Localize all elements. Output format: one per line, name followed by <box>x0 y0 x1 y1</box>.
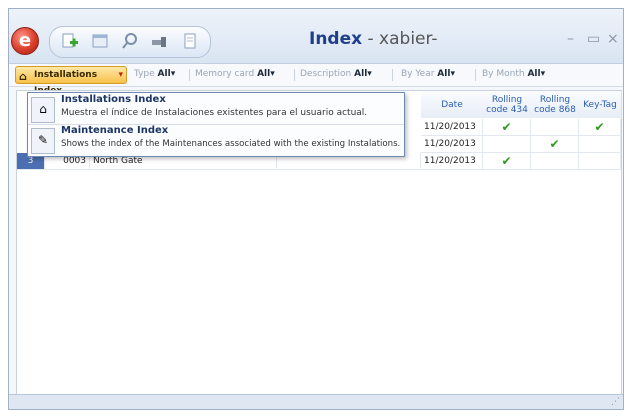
filter-description[interactable]: Description All▾ <box>300 69 372 79</box>
search-icon[interactable] <box>120 32 140 50</box>
app-window: e Index - xabier- – ▭ × ⌂ Installations … <box>8 8 624 410</box>
maintenance-icon: ✎ <box>31 128 55 154</box>
filter-value: All <box>257 69 271 79</box>
maximize-icon[interactable]: ▭ <box>587 31 600 47</box>
close-icon[interactable]: × <box>607 31 619 47</box>
check-icon: ✔ <box>483 119 531 136</box>
check-icon: ✔ <box>531 136 579 153</box>
add-icon[interactable] <box>60 32 80 50</box>
title-bar: e Index - xabier- – ▭ × <box>9 9 623 64</box>
resize-grip-icon[interactable]: ⋰ <box>611 397 620 407</box>
status-bar: ⋰ <box>9 394 623 409</box>
minimize-icon[interactable]: – <box>567 31 574 47</box>
menu-item-description: Muestra el índice de Instalaciones exist… <box>61 108 368 118</box>
filter-value: All <box>437 69 451 79</box>
check-icon: ✔ <box>483 153 531 170</box>
filter-value: All <box>157 69 171 79</box>
column-header-rolling-code-868[interactable]: Rolling code 868 <box>531 91 580 118</box>
window-title-main: Index <box>309 29 363 49</box>
house-icon: ⌂ <box>19 70 27 83</box>
tools-icon[interactable] <box>150 32 170 50</box>
filter-memory-card[interactable]: Memory card All▾ <box>195 69 275 79</box>
filter-bar: ⌂ Installations Index ▾ Type All▾ Memory… <box>9 64 623 96</box>
table-cell <box>483 136 531 153</box>
window-title-separator: - <box>362 29 380 49</box>
chevron-down-icon: ▾ <box>118 70 123 80</box>
window-icon[interactable] <box>90 32 110 50</box>
table-cell <box>579 153 621 170</box>
filter-by-year[interactable]: By Year All▾ <box>401 69 455 79</box>
table-row-date[interactable]: 11/20/2013 <box>421 136 483 153</box>
installations-index-menu-button[interactable]: ⌂ Installations Index ▾ <box>15 66 127 96</box>
filter-label: Description <box>300 69 352 79</box>
menu-item-description: Shows the index of the Maintenances asso… <box>61 139 401 149</box>
check-icon: ✔ <box>579 119 621 136</box>
table-row-date[interactable]: 11/20/2013 <box>421 153 483 170</box>
filter-label: By Year <box>401 69 435 79</box>
window-title-user: xabier- <box>379 29 438 49</box>
filter-label: Type <box>134 69 155 79</box>
table-cell <box>531 153 579 170</box>
menu-item-maintenance-index[interactable]: ✎ Maintenance Index Shows the index of t… <box>28 124 404 155</box>
filter-label: Memory card <box>195 69 255 79</box>
table-cell <box>531 119 579 136</box>
document-icon[interactable] <box>180 32 200 50</box>
column-header-date[interactable]: Date <box>421 91 484 118</box>
window-title: Index - xabier- <box>309 29 438 49</box>
table-row-date[interactable]: 11/20/2013 <box>421 119 483 136</box>
menu-item-title: Maintenance Index <box>61 125 169 136</box>
filter-by-month[interactable]: By Month All▾ <box>482 69 545 79</box>
column-header-rolling-code-434[interactable]: Rolling code 434 <box>483 91 532 118</box>
menu-item-installations-index[interactable]: ⌂ Installations Index Muestra el índice … <box>28 93 404 125</box>
app-logo-icon[interactable]: e <box>11 27 39 55</box>
column-header-key-tag[interactable]: Key-Tag <box>579 91 622 118</box>
filter-type[interactable]: Type All▾ <box>134 69 175 79</box>
menu-item-title: Installations Index <box>61 94 166 105</box>
index-dropdown-menu: ⌂ Installations Index Muestra el índice … <box>27 92 405 157</box>
quick-access-toolbar <box>49 26 211 58</box>
table-cell <box>579 136 621 153</box>
house-icon: ⌂ <box>31 97 55 123</box>
filter-value: All <box>527 69 541 79</box>
filter-label: By Month <box>482 69 525 79</box>
filter-value: All <box>354 69 368 79</box>
